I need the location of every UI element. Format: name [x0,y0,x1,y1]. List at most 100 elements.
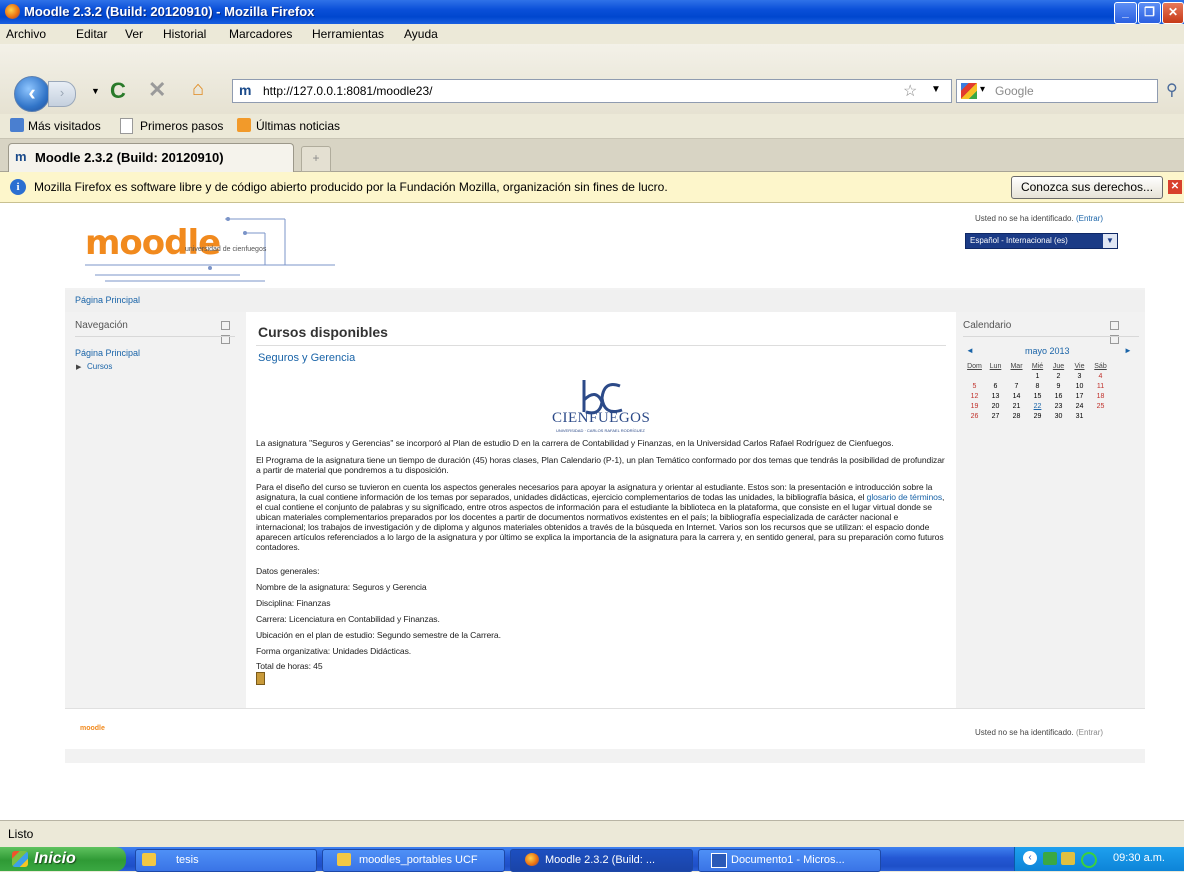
bookmark-primeros-pasos[interactable]: Primeros pasos [140,119,223,133]
notification-bar: i Mozilla Firefox es software libre y de… [0,172,1184,203]
calendar-day-weekend: 19 [970,402,979,410]
calendar-title: Calendario [963,320,1012,331]
breadcrumb[interactable]: Página Principal [75,295,140,305]
calendar-day: 8 [1035,382,1040,390]
search-box[interactable]: ▾ Google [956,79,1158,103]
taskbar-item-firefox[interactable]: Moodle 2.3.2 (Build: ... [510,849,693,872]
maximize-button[interactable]: ❐ [1138,2,1161,24]
page-header: moodle universidad de cienfuegos Usted n… [65,203,1145,288]
minimize-button[interactable]: _ [1114,2,1137,24]
footer-moodle-logo[interactable]: moodle [80,725,105,732]
block-divider [75,336,235,337]
menu-editar[interactable]: Editar [76,27,107,41]
calendar-day: 14 [1012,392,1021,400]
info-icon: i [10,179,26,195]
search-engine-dropdown-icon[interactable]: ▾ [980,84,985,95]
know-your-rights-button[interactable]: Conozca sus derechos... [1011,176,1163,199]
bookmark-ultimas-noticias[interactable]: Últimas noticias [256,119,340,133]
url-dropdown-icon[interactable]: ▼ [931,84,941,95]
discipline: Disciplina: Finanzas [256,598,331,608]
search-icon[interactable]: ⚲ [1166,80,1178,100]
tab-favicon: m [15,149,27,164]
menu-ayuda[interactable]: Ayuda [404,27,438,41]
enrol-key-icon[interactable] [256,672,265,685]
close-button[interactable]: ✕ [1162,2,1184,24]
navigation-block: Navegación Página Principal ▶ Cursos [65,312,246,708]
block-controls[interactable] [221,319,239,344]
rss-feed-icon [237,118,251,132]
windows-logo-icon [12,851,28,867]
tray-status-icon[interactable] [1081,852,1097,868]
tray-expand-icon[interactable]: ‹ [1023,851,1037,865]
calendar-day-weekend: 11 [1096,382,1105,390]
calendar-day: 1 [1035,372,1040,380]
url-text[interactable]: http://127.0.0.1:8081/moodle23/ [263,84,432,98]
folder-icon [337,853,351,866]
language-select[interactable]: Español - Internacional (es) ▼ [965,233,1118,249]
tray-network-icon[interactable] [1043,852,1057,865]
clock[interactable]: 09:30 a.m. [1113,852,1165,864]
calendar-day-weekend: 12 [970,392,979,400]
calendar-month[interactable]: mayo 2013 [1025,346,1070,356]
study-plan-location: Ubicación en el plan de estudio: Segundo… [256,630,501,640]
home-icon[interactable]: ⌂ [192,78,204,101]
login-link-top[interactable]: (Entrar) [1076,214,1103,223]
career: Carrera: Licenciatura en Contabilidad y … [256,614,440,624]
tab-moodle[interactable]: m Moodle 2.3.2 (Build: 20120910) [8,143,294,172]
taskbar-item-tesis[interactable]: tesis [135,849,317,872]
course-description-p1: La asignatura "Seguros y Gerencias" se i… [256,438,894,448]
moodle-logo[interactable]: moodle [85,223,221,263]
close-notification-icon[interactable]: ✕ [1168,180,1182,194]
new-tab-button[interactable]: + [301,146,331,172]
taskbar-item-moodles-portables[interactable]: moodles_portables UCF [322,849,505,872]
calendar-day: 29 [1033,412,1042,420]
calendar-day-today[interactable]: 22 [1027,401,1048,411]
nav-home-link[interactable]: Página Principal [75,348,140,358]
login-info-bottom: Usted no se ha identificado. (Entrar) [975,728,1103,737]
bookmark-mas-visitados[interactable]: Más visitados [28,119,101,133]
menu-ver[interactable]: Ver [125,27,143,41]
stop-icon[interactable]: ✕ [148,77,166,103]
tray-volume-icon[interactable] [1061,852,1075,865]
total-hours: Total de horas: 45 [256,661,323,671]
menu-herramientas[interactable]: Herramientas [312,27,384,41]
status-bar: Listo [0,820,1184,848]
back-button[interactable]: ‹ [14,76,50,112]
glossary-link[interactable]: glosario de términos [867,492,942,502]
url-bar[interactable]: m http://127.0.0.1:8081/moodle23/ ☆ ▼ [232,79,952,103]
firefox-icon [5,4,20,19]
course-link[interactable]: Seguros y Gerencia [258,352,355,364]
start-button[interactable]: Inicio [0,847,126,871]
window-titlebar[interactable]: Moodle 2.3.2 (Build: 20120910) - Mozilla… [0,0,1184,24]
calendar-day: 16 [1054,392,1063,400]
calendar-weekday-row: Dom Lun Mar Mié Jue Vie Sáb [964,362,1111,371]
login-link-bottom[interactable]: (Entrar) [1076,728,1103,737]
calendar-prev-icon[interactable]: ◄ [966,346,974,355]
heading-divider [256,345,946,346]
expand-arrow-icon[interactable]: ▶ [76,363,81,371]
search-engine-icon[interactable] [961,83,977,99]
general-data-label: Datos generales: [256,566,320,576]
bookmarks-toolbar: Más visitados Primeros pasos Últimas not… [0,114,1184,139]
language-dropdown-icon[interactable]: ▼ [1103,234,1117,248]
nav-courses-link[interactable]: Cursos [87,362,112,371]
logo-subtitle: universidad de cienfuegos [185,246,267,253]
collapse-icon[interactable] [221,321,230,330]
reload-icon[interactable]: C [110,78,126,104]
history-dropdown-icon[interactable]: ▼ [91,86,100,96]
calendar-collapse-icon[interactable] [1110,321,1119,330]
calendar-grid: Dom Lun Mar Mié Jue Vie Sáb 1 2 3 4 5 6 … [964,362,1111,421]
taskbar-item-word[interactable]: Documento1 - Micros... [698,849,881,872]
menu-archivo[interactable]: Archivo [6,27,46,41]
forward-button[interactable]: › [48,81,76,107]
bookmark-star-icon[interactable]: ☆ [903,81,917,101]
calendar-next-icon[interactable]: ► [1124,346,1132,355]
calendar-block-controls[interactable] [1110,319,1128,344]
menu-bar: Archivo Editar Ver Historial Marcadores … [0,24,1184,44]
calendar-week: 1 2 3 4 [964,371,1111,381]
organizational-form: Forma organizativa: Unidades Didácticas. [256,646,412,656]
menu-marcadores[interactable]: Marcadores [229,27,292,41]
calendar-day: 24 [1075,402,1084,410]
menu-historial[interactable]: Historial [163,27,206,41]
calendar-day: 13 [991,392,1000,400]
